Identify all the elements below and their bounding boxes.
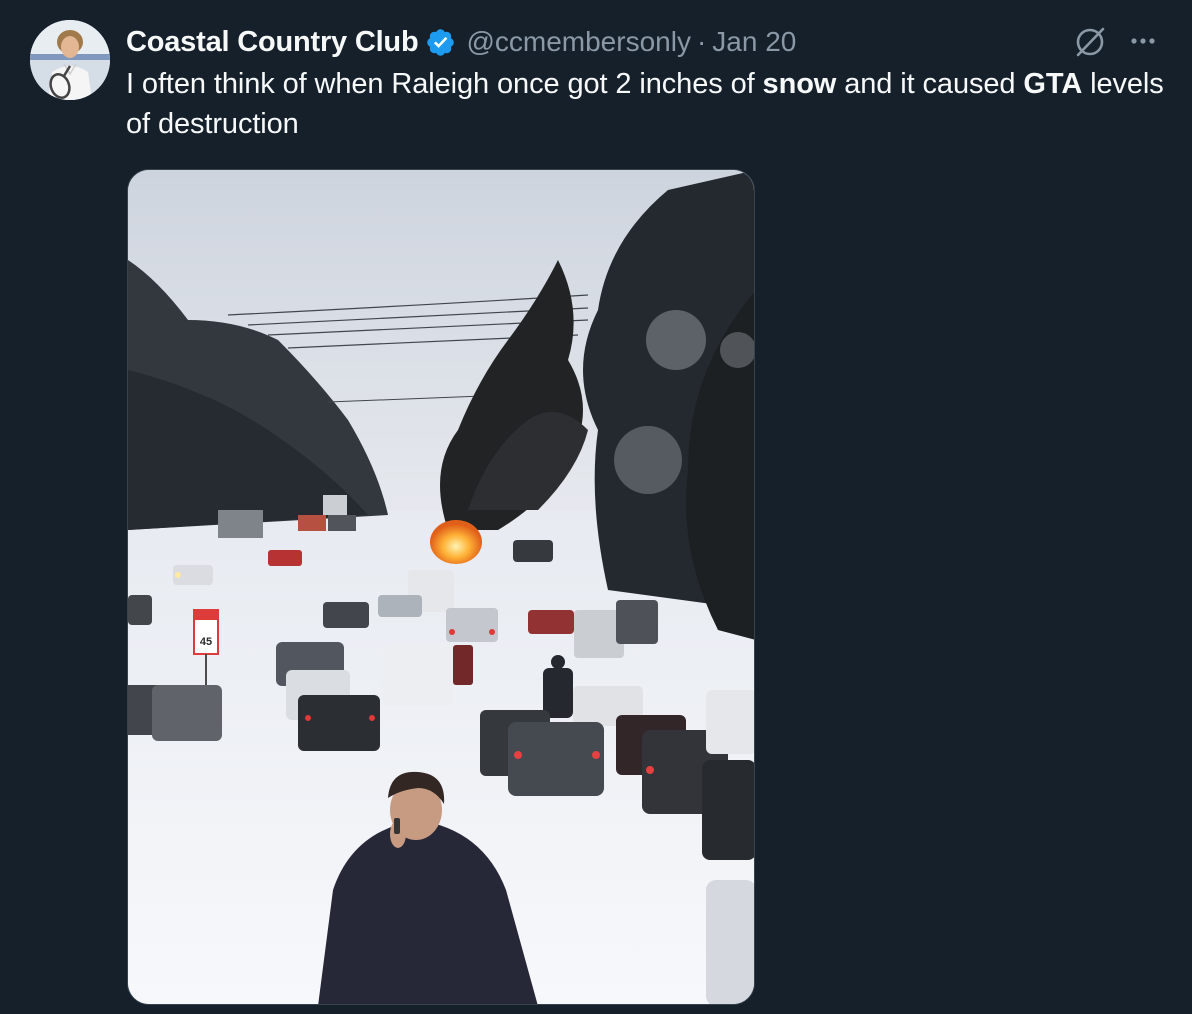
avatar[interactable]: [30, 20, 110, 100]
author-display-name[interactable]: Coastal Country Club: [126, 26, 419, 59]
tweet-photo[interactable]: 45: [127, 169, 755, 1005]
tweet-text-part: and it caused: [836, 68, 1024, 100]
tweet-date[interactable]: Jan 20: [712, 26, 796, 58]
tweet-card[interactable]: Coastal Country Club @ccmembersonly · Ja…: [0, 0, 1192, 1014]
grok-icon[interactable]: [1070, 22, 1110, 62]
photo-snowy-highway: 45: [128, 170, 754, 1004]
more-horizontal-icon[interactable]: [1124, 22, 1164, 62]
tweet-text-bold: snow: [762, 68, 837, 100]
tweet-text: I often think of when Raleigh once got 2…: [126, 64, 1166, 144]
separator-dot: ·: [696, 26, 707, 57]
avatar-image: [30, 20, 110, 100]
verified-badge-icon: [425, 27, 456, 58]
tweet-header: Coastal Country Club @ccmembersonly · Ja…: [126, 22, 796, 62]
tweet-text-bold: GTA: [1023, 68, 1083, 100]
tweet-text-part: I often think of when Raleigh once got 2…: [126, 68, 763, 100]
author-handle[interactable]: @ccmembersonly: [466, 26, 690, 58]
